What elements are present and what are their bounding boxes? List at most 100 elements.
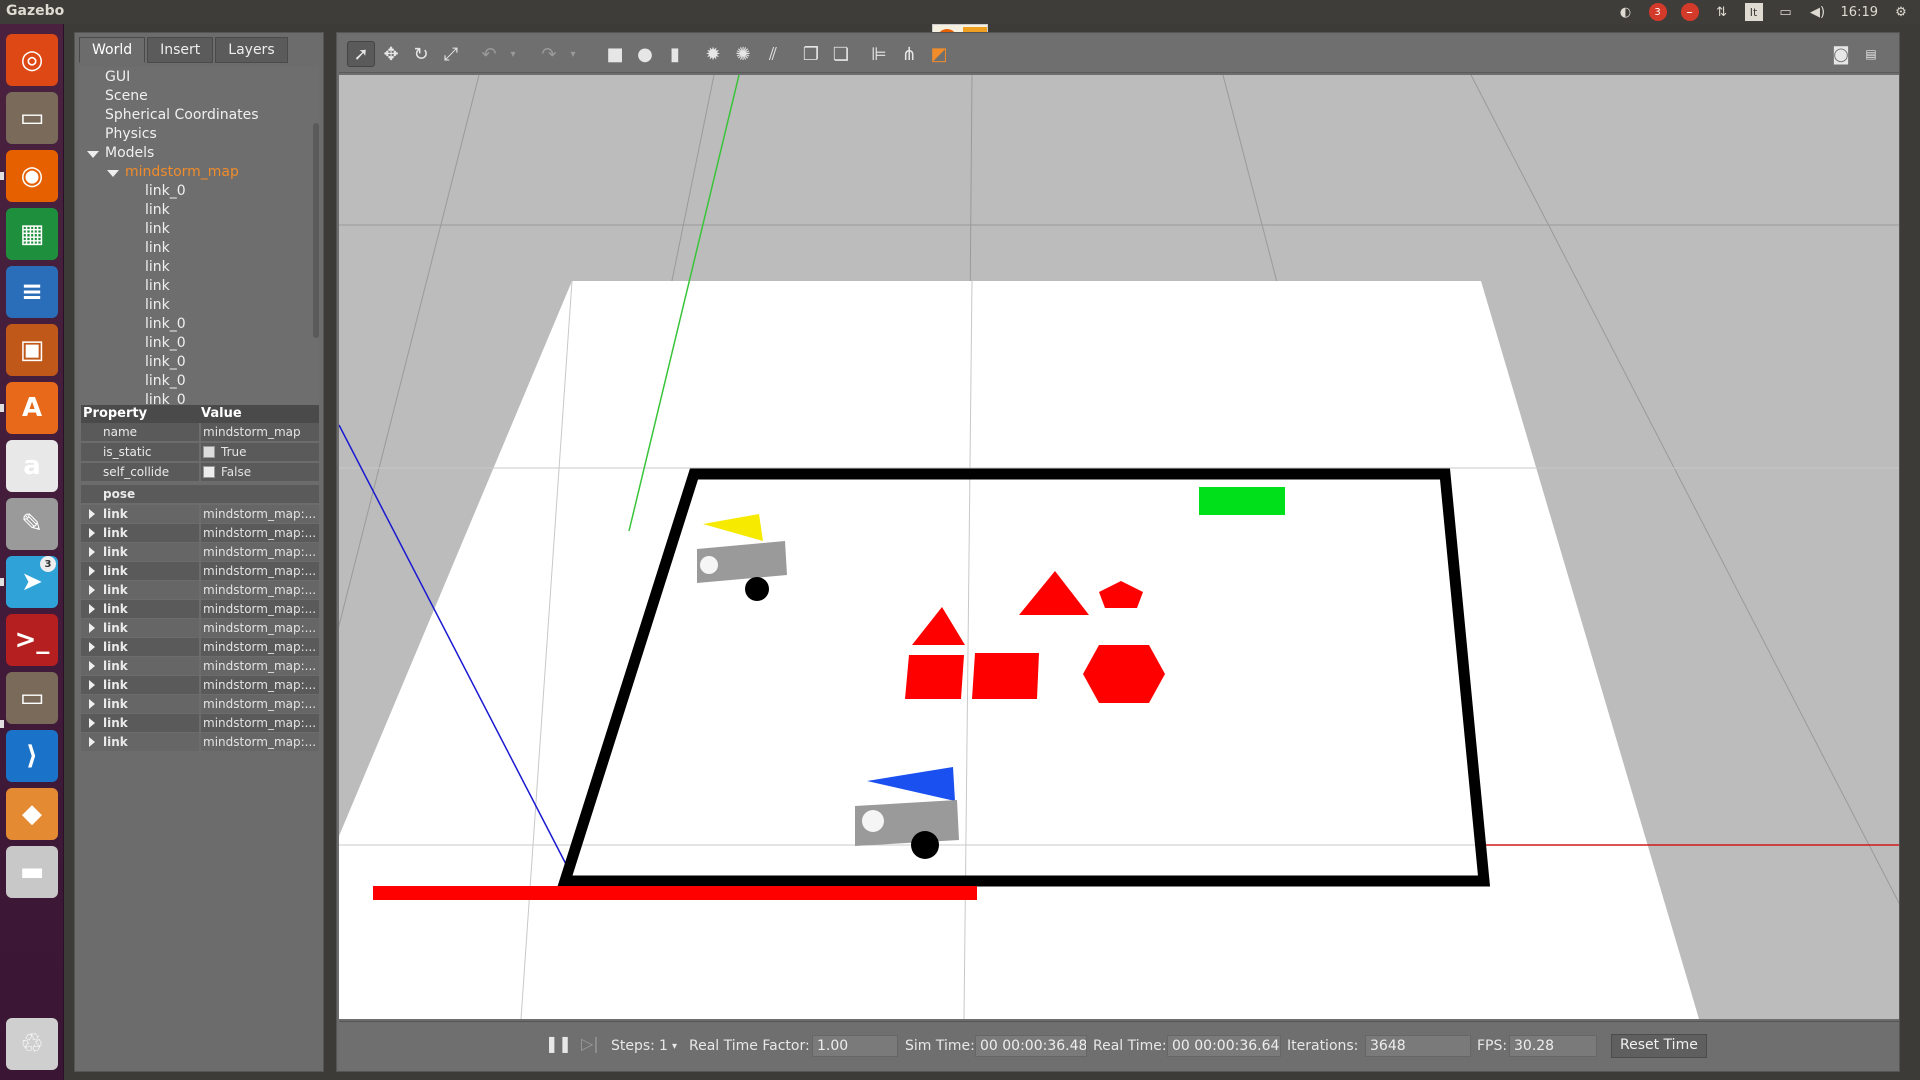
launcher-amazon-icon[interactable]: a xyxy=(6,440,58,492)
clock[interactable]: 16:19 xyxy=(1841,5,1878,20)
rotate-mode-icon[interactable]: ↻ xyxy=(407,41,435,67)
expand-link-icon[interactable] xyxy=(89,509,95,519)
prop-name-value[interactable]: mindstorm_map xyxy=(201,423,319,441)
tree-item-models[interactable]: Models xyxy=(105,145,154,161)
box-shape-icon[interactable]: ■ xyxy=(601,41,629,67)
prop-row-link[interactable]: link mindstorm_map:... xyxy=(81,695,319,713)
pause-icon[interactable]: ❚❚ xyxy=(545,1034,572,1053)
launcher-system-settings-icon[interactable]: ✎ xyxy=(6,498,58,550)
expand-link-icon[interactable] xyxy=(89,642,95,652)
prop-row-link[interactable]: link mindstorm_map:... xyxy=(81,600,319,618)
notification-badge-icon[interactable]: 3 xyxy=(1648,3,1667,21)
expand-link-icon[interactable] xyxy=(89,699,95,709)
launcher-vscode-icon[interactable]: ⟩ xyxy=(6,730,58,782)
expand-model-icon[interactable] xyxy=(107,170,119,177)
prop-row-pose[interactable]: pose xyxy=(81,485,319,503)
network-icon[interactable]: ⇅ xyxy=(1713,3,1731,21)
change-view-icon[interactable]: ◩ xyxy=(925,41,953,67)
cylinder-shape-icon[interactable]: ▮ xyxy=(661,41,689,67)
volume-icon[interactable]: ◀) xyxy=(1809,3,1827,21)
do-not-disturb-icon[interactable]: – xyxy=(1680,3,1699,21)
tree-item-scene[interactable]: Scene xyxy=(105,88,148,104)
tree-item-link[interactable]: link_0 xyxy=(145,316,186,332)
expand-link-icon[interactable] xyxy=(89,718,95,728)
self-collide-checkbox[interactable] xyxy=(203,466,215,478)
log-icon[interactable]: ▤ xyxy=(1857,41,1885,67)
expand-link-icon[interactable] xyxy=(89,604,95,614)
tree-item-gui[interactable]: GUI xyxy=(105,69,130,85)
is-static-checkbox[interactable] xyxy=(203,446,215,458)
tree-item-link[interactable]: link xyxy=(145,202,170,218)
redo-dropdown-icon[interactable]: ▾ xyxy=(559,41,587,67)
prop-row-link[interactable]: link mindstorm_map:... xyxy=(81,581,319,599)
discord-icon[interactable]: ◐ xyxy=(1617,3,1635,21)
prop-row-link[interactable]: link mindstorm_map:... xyxy=(81,733,319,751)
copy-icon[interactable]: ❐ xyxy=(797,41,825,67)
scene-render[interactable] xyxy=(339,75,1899,1019)
tree-scrollbar[interactable] xyxy=(313,123,319,338)
expand-link-icon[interactable] xyxy=(89,585,95,595)
tree-item-link[interactable]: link_0 xyxy=(145,183,186,199)
snap-icon[interactable]: ⋔ xyxy=(895,41,923,67)
keyboard-layout-icon[interactable]: It xyxy=(1744,3,1763,21)
prop-row-link[interactable]: link mindstorm_map:... xyxy=(81,505,319,523)
tree-item-physics[interactable]: Physics xyxy=(105,126,157,142)
launcher-ubuntu-dash-icon[interactable]: ◎ xyxy=(6,34,58,86)
sphere-shape-icon[interactable]: ● xyxy=(631,41,659,67)
expand-link-icon[interactable] xyxy=(89,623,95,633)
launcher-telegram-icon[interactable]: ➤ 3 xyxy=(6,556,58,608)
point-light-icon[interactable]: ✹ xyxy=(699,41,727,67)
steps-dropdown-icon[interactable]: ▾ xyxy=(672,1041,677,1052)
prop-row-link[interactable]: link mindstorm_map:... xyxy=(81,676,319,694)
prop-row-link[interactable]: link mindstorm_map:... xyxy=(81,638,319,656)
scale-mode-icon[interactable]: ⤢ xyxy=(437,41,465,67)
tree-item-spherical-coordinates[interactable]: Spherical Coordinates xyxy=(105,107,259,123)
tree-item-link[interactable]: link_0 xyxy=(145,354,186,370)
launcher-trash-icon[interactable]: ♲ xyxy=(6,1018,58,1070)
launcher-libreoffice-calc-icon[interactable]: ▦ xyxy=(6,208,58,260)
expand-link-icon[interactable] xyxy=(89,547,95,557)
launcher-firefox-icon[interactable]: ◉ xyxy=(6,150,58,202)
prop-row-link[interactable]: link mindstorm_map:... xyxy=(81,714,319,732)
expand-link-icon[interactable] xyxy=(89,737,95,747)
tree-item-link[interactable]: link xyxy=(145,221,170,237)
prop-row-link[interactable]: link mindstorm_map:... xyxy=(81,562,319,580)
launcher-files-2-icon[interactable]: ▭ xyxy=(6,672,58,724)
expand-models-icon[interactable] xyxy=(87,151,99,158)
steps-spinbox[interactable]: 1 xyxy=(659,1038,668,1054)
screenshot-icon[interactable]: ◙ xyxy=(1827,41,1855,67)
launcher-terminal-icon[interactable]: >_ xyxy=(6,614,58,666)
tree-item-link[interactable]: link_0 xyxy=(145,335,186,351)
expand-link-icon[interactable] xyxy=(89,528,95,538)
launcher-libreoffice-impress-icon[interactable]: ▣ xyxy=(6,324,58,376)
tab-layers[interactable]: Layers xyxy=(215,37,288,63)
prop-row-link[interactable]: link mindstorm_map:... xyxy=(81,543,319,561)
paste-icon[interactable]: ❏ xyxy=(827,41,855,67)
directional-light-icon[interactable]: ⫽ xyxy=(759,41,787,67)
prop-row-link[interactable]: link mindstorm_map:... xyxy=(81,619,319,637)
reset-time-button[interactable]: Reset Time xyxy=(1611,1034,1707,1058)
undo-dropdown-icon[interactable]: ▾ xyxy=(499,41,527,67)
expand-link-icon[interactable] xyxy=(89,661,95,671)
launcher-files-icon[interactable]: ▭ xyxy=(6,92,58,144)
launcher-disk-icon[interactable]: ▬ xyxy=(6,846,58,898)
step-icon[interactable]: ▷| xyxy=(581,1034,599,1053)
tab-insert[interactable]: Insert xyxy=(147,37,214,63)
battery-icon[interactable]: ▭ xyxy=(1777,3,1795,21)
tree-item-link[interactable]: link xyxy=(145,240,170,256)
tab-world[interactable]: World xyxy=(79,37,146,63)
select-mode-icon[interactable]: ➚ xyxy=(347,41,375,67)
tree-item-link[interactable]: link xyxy=(145,259,170,275)
tree-item-link[interactable]: link xyxy=(145,297,170,313)
launcher-gazebo-icon[interactable]: ◆ xyxy=(6,788,58,840)
settings-gear-icon[interactable]: ⚙ xyxy=(1892,3,1910,21)
expand-link-icon[interactable] xyxy=(89,566,95,576)
launcher-software-center-icon[interactable]: A xyxy=(6,382,58,434)
spot-light-icon[interactable]: ✺ xyxy=(729,41,757,67)
translate-mode-icon[interactable]: ✥ xyxy=(377,41,405,67)
tree-item-model[interactable]: mindstorm_map xyxy=(125,164,239,180)
expand-link-icon[interactable] xyxy=(89,680,95,690)
tree-item-link[interactable]: link xyxy=(145,278,170,294)
align-icon[interactable]: ⊫ xyxy=(865,41,893,67)
launcher-libreoffice-writer-icon[interactable]: ≡ xyxy=(6,266,58,318)
